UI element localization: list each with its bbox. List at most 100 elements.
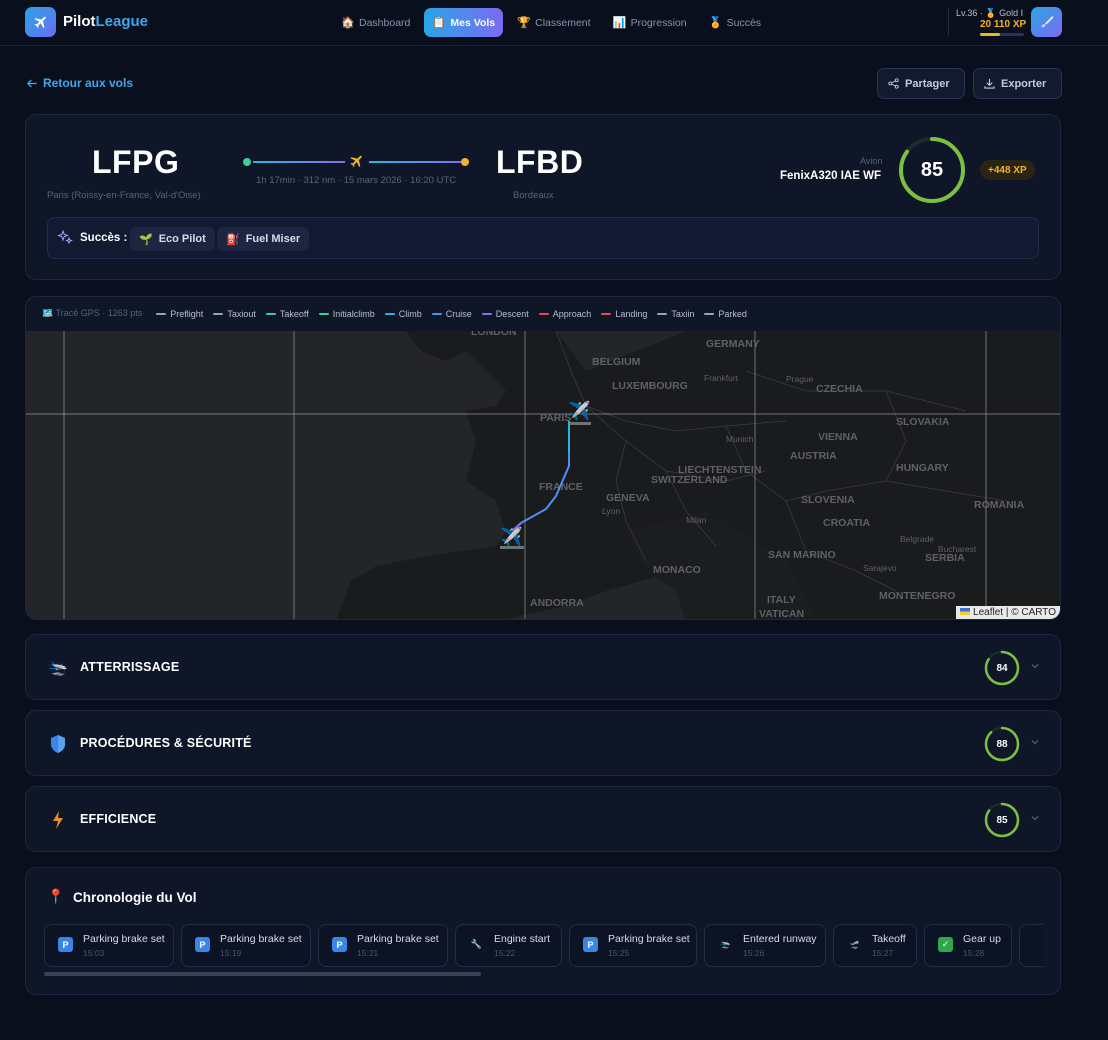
map-label: SLOVENIA	[801, 494, 855, 506]
section-title: PROCÉDURES & SÉCURITÉ	[80, 736, 252, 750]
timeline-event-partial[interactable]	[1019, 924, 1043, 967]
chevron-down-icon[interactable]	[1030, 737, 1040, 747]
flight-summary-card: LFPG Paris (Roissy-en-France, Val-d'Oise…	[25, 114, 1061, 280]
legend-swatch	[601, 312, 612, 315]
legend-swatch	[156, 312, 167, 315]
section-title: EFFICIENCE	[80, 812, 157, 826]
legend-swatch	[657, 312, 668, 315]
section-efficience[interactable]: EFFICIENCE 85	[25, 786, 1061, 852]
event-label: Takeoff	[872, 933, 906, 945]
section-title: ATTERRISSAGE	[80, 660, 180, 674]
legend-label: Parked	[718, 308, 747, 319]
legend-swatch	[704, 312, 715, 315]
pin-icon: 📍	[47, 888, 65, 904]
app-name-part2: League	[95, 13, 149, 30]
legend-swatch	[384, 312, 395, 315]
legend-item-taxiout: Taxiout	[213, 309, 256, 319]
chevron-down-icon[interactable]	[1030, 661, 1040, 671]
rank-text: Gold I	[999, 8, 1024, 18]
parking-icon: P	[332, 937, 347, 952]
route-line-left	[253, 161, 345, 163]
event-time: 15:27	[872, 948, 894, 958]
landing-plane-icon: 🛬	[48, 660, 68, 677]
map-label: Milan	[686, 515, 707, 525]
legend-swatch	[431, 312, 442, 315]
event-label: Gear up	[963, 933, 1001, 945]
map-label: MONTENEGRO	[879, 590, 955, 602]
legend-item-climb: Climb	[384, 309, 422, 319]
nav-progression[interactable]: 📊 Progression	[605, 8, 695, 37]
gps-label: 🗺️ Tracé GPS · 1263 pts	[42, 308, 142, 319]
timeline-event[interactable]: 🛫 Takeoff 15:27	[833, 924, 917, 967]
timeline-event[interactable]: ✓ Gear up 15:28	[924, 924, 1012, 967]
timeline-event[interactable]: P Parking brake set 15:21	[318, 924, 448, 967]
attribution-text: Leaflet | © CARTO	[973, 607, 1056, 618]
plane-icon	[349, 153, 365, 174]
section-score: 85	[996, 814, 1008, 826]
legend-item-cruise: Cruise	[431, 308, 472, 319]
timeline-event[interactable]: P Parking brake set 15:03	[44, 924, 174, 967]
back-link[interactable]: Retour aux vols	[26, 76, 133, 90]
share-button[interactable]: Partager	[877, 68, 965, 99]
legend-item-initialclimb: Initialclimb	[318, 309, 375, 319]
section-score: 88	[996, 738, 1008, 750]
timeline-event[interactable]: 🛬 Entered runway 15:26	[704, 924, 826, 967]
export-button[interactable]: Exporter	[973, 68, 1062, 99]
medal-icon: 🏅	[708, 17, 723, 29]
phase-legend: 🗺️ Tracé GPS · 1263 pts Preflight Taxiout…	[42, 308, 747, 319]
chevron-down-icon[interactable]	[1030, 813, 1040, 823]
timeline-event[interactable]: 🔧 Engine start 15:22	[455, 924, 562, 967]
map-attribution[interactable]: Leaflet | © CARTO	[956, 606, 1060, 619]
download-icon	[984, 78, 995, 89]
legend-swatch	[538, 312, 549, 315]
map-label: VATICAN	[759, 608, 804, 620]
map-label: GENEVA	[606, 492, 650, 504]
timeline-event[interactable]: P Parking brake set 15:25	[569, 924, 697, 967]
avatar[interactable]	[1031, 7, 1062, 37]
map-label: MONACO	[653, 564, 701, 576]
timeline-scrollbar[interactable]	[44, 972, 481, 976]
fuel-pump-icon: ⛽	[226, 233, 240, 246]
brush-icon	[1041, 16, 1054, 28]
map-label: Munich	[726, 434, 754, 444]
event-time: 15:19	[220, 948, 242, 958]
legend-label: Cruise	[445, 308, 472, 319]
map-label: AUSTRIA	[790, 450, 837, 462]
flight-map[interactable]: LONDON BELGIUM GERMANY LUXEMBOURG Frankfurt P…	[26, 326, 1060, 620]
arrow-left-icon	[27, 79, 37, 87]
export-label: Exporter	[1001, 77, 1047, 90]
nav-mes-vols[interactable]: 📋 Mes Vols	[424, 8, 504, 37]
achievement-chip-fuel-miser[interactable]: ⛽ Fuel Miser	[217, 227, 310, 251]
map-label: LUXEMBOURG	[612, 380, 688, 392]
nav-classement[interactable]: 🏆 Classement	[509, 8, 598, 37]
map-label: Prague	[786, 374, 814, 384]
divider	[948, 8, 949, 36]
destination-city: Bordeaux	[513, 190, 554, 201]
achievement-chip-eco-pilot[interactable]: 🌱 Eco Pilot	[130, 227, 215, 251]
section-atterrissage[interactable]: 🛬 ATTERRISSAGE 84	[25, 634, 1061, 700]
map-label: LONDON	[471, 331, 517, 338]
user-xp: 20 110 XP	[980, 19, 1027, 30]
legend-item-parked: Parked	[704, 309, 747, 319]
legend-item-descent: Descent	[481, 309, 529, 319]
map-label: PARIS	[540, 412, 571, 424]
timeline-track[interactable]: P Parking brake set 15:03 P Parking brake se…	[44, 924, 1043, 968]
legend-items: Preflight Taxiout Takeoff Initialclimb Climb…	[156, 309, 747, 319]
legend-label: Landing	[615, 308, 648, 319]
medal-icon: 🏅	[985, 8, 997, 18]
nav-dashboard[interactable]: 🏠 Dashboard	[333, 8, 418, 37]
app-name: PilotLeague	[63, 13, 148, 30]
logo[interactable]	[25, 7, 56, 37]
nav-succes[interactable]: 🏅 Succès	[701, 8, 769, 37]
section-procedures-securite[interactable]: PROCÉDURES & SÉCURITÉ 88	[25, 710, 1061, 776]
event-time: 15:26	[743, 948, 765, 958]
map-label: SERBIA	[925, 552, 965, 564]
chart-icon: 📊	[612, 17, 627, 29]
achievement-label: Fuel Miser	[245, 233, 301, 245]
map-label: VIENNA	[818, 431, 858, 443]
xp-progress-bar	[980, 33, 1024, 36]
achievement-label: Eco Pilot	[158, 233, 206, 245]
timeline-event[interactable]: P Parking brake set 15:19	[181, 924, 311, 967]
map-label: ROMANIA	[974, 499, 1025, 511]
destination-plane-marker[interactable]: ✈️	[500, 526, 524, 549]
